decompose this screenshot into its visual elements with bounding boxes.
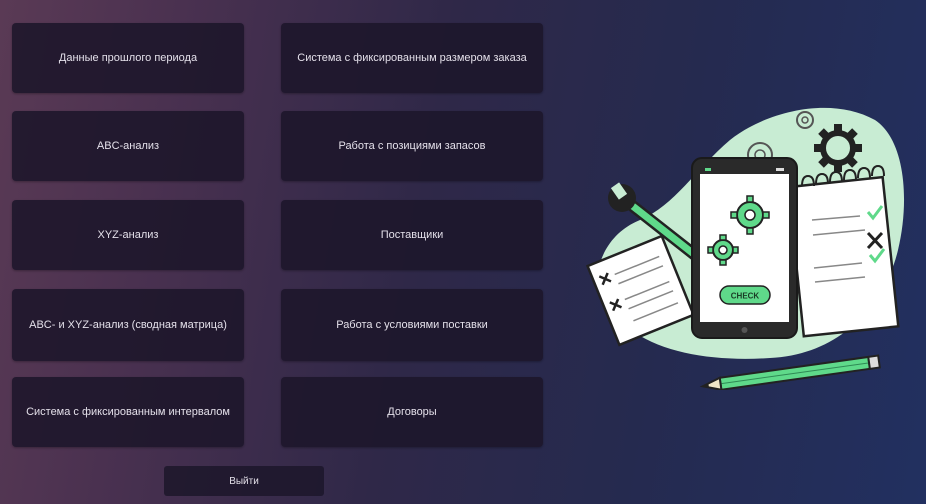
contracts-button[interactable]: Договоры (281, 377, 543, 447)
fixed-interval-system-button[interactable]: Система с фиксированным интервалом (12, 377, 244, 447)
smartphone-icon: CHECK (691, 157, 798, 339)
notebook-icon (786, 164, 900, 338)
xyz-analysis-button[interactable]: XYZ-анализ (12, 200, 244, 270)
fixed-order-size-system-button[interactable]: Система с фиксированным размером заказа (281, 23, 543, 93)
abc-analysis-button[interactable]: ABC-анализ (12, 111, 244, 181)
inventory-check-illustration: CHECK (585, 107, 905, 390)
past-period-data-button[interactable]: Данные прошлого периода (12, 23, 244, 93)
suppliers-button[interactable]: Поставщики (281, 200, 543, 270)
delivery-terms-button[interactable]: Работа с условиями поставки (281, 289, 543, 361)
abc-xyz-matrix-button[interactable]: ABC- и XYZ-анализ (сводная матрица) (12, 289, 244, 361)
inventory-items-button[interactable]: Работа с позициями запасов (281, 111, 543, 181)
pencil-icon (699, 354, 881, 390)
check-label: CHECK (731, 292, 760, 301)
exit-button[interactable]: Выйти (164, 466, 324, 496)
